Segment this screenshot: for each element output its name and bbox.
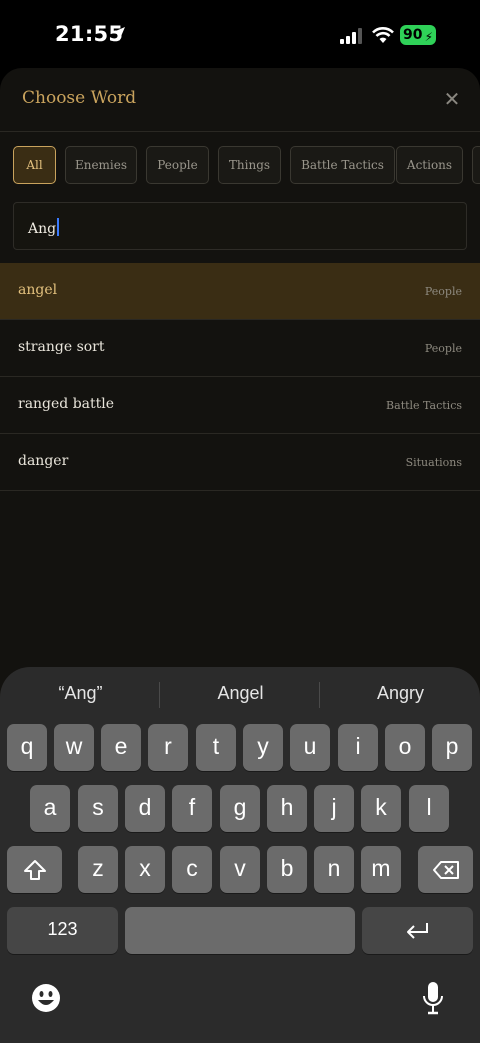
microphone-icon[interactable] [422, 981, 444, 1015]
results-list: angel People strange sort People ranged … [0, 263, 480, 491]
search-input-value: Ang [28, 218, 60, 237]
close-icon[interactable]: ✕ [442, 90, 462, 110]
key-z[interactable]: z [78, 846, 118, 893]
result-category: Battle Tactics [386, 399, 462, 412]
key-x[interactable]: x [125, 846, 165, 893]
key-g[interactable]: g [220, 785, 260, 832]
sheet-title: Choose Word [22, 88, 137, 108]
suggestion-divider [159, 682, 160, 708]
result-word: ranged battle [18, 396, 115, 412]
text-caret [57, 218, 60, 236]
backspace-icon [432, 861, 459, 879]
filter-chip-things[interactable]: Things [218, 146, 281, 184]
result-category: People [424, 285, 462, 298]
key-d[interactable]: d [125, 785, 165, 832]
numbers-key[interactable]: 123 [7, 907, 118, 954]
filter-chip-all[interactable]: All [13, 146, 56, 184]
shift-icon [23, 860, 46, 880]
shift-key[interactable] [7, 846, 62, 893]
status-bar: 21:55 90 ⚡ [0, 0, 480, 70]
result-word: danger [18, 453, 69, 469]
result-category: Situations [405, 456, 462, 469]
onscreen-keyboard: “Ang” Angel Angry q w e r t y u i o p a … [0, 667, 480, 1043]
filter-chip-more[interactable] [472, 146, 480, 184]
search-input[interactable]: Ang [13, 202, 467, 250]
result-row-angel[interactable]: angel People [0, 263, 480, 320]
key-h[interactable]: h [267, 785, 307, 832]
filter-chip-battle-tactics[interactable]: Battle Tactics [290, 146, 395, 184]
filter-chip-enemies[interactable]: Enemies [65, 146, 137, 184]
location-arrow-icon [111, 27, 125, 41]
result-word: strange sort [18, 339, 105, 355]
category-filter-bar[interactable]: All Enemies People Things Battle Tactics… [13, 146, 480, 186]
key-y[interactable]: y [243, 724, 283, 771]
key-w[interactable]: w [54, 724, 94, 771]
suggestion-angry[interactable]: Angry [323, 683, 478, 707]
charging-bolt-icon: ⚡ [424, 30, 433, 44]
filter-chip-people[interactable]: People [146, 146, 209, 184]
key-l[interactable]: l [409, 785, 449, 832]
key-r[interactable]: r [148, 724, 188, 771]
key-a[interactable]: a [30, 785, 70, 832]
key-e[interactable]: e [101, 724, 141, 771]
key-c[interactable]: c [172, 846, 212, 893]
key-v[interactable]: v [220, 846, 260, 893]
key-j[interactable]: j [314, 785, 354, 832]
result-row-danger[interactable]: danger Situations [0, 434, 480, 491]
key-p[interactable]: p [432, 724, 472, 771]
wifi-icon [372, 27, 394, 43]
space-key[interactable] [125, 907, 355, 954]
result-word: angel [18, 282, 58, 298]
suggestion-divider [319, 682, 320, 708]
emoji-icon[interactable] [31, 983, 61, 1013]
key-b[interactable]: b [267, 846, 307, 893]
result-row-strange-sort[interactable]: strange sort People [0, 320, 480, 377]
key-u[interactable]: u [290, 724, 330, 771]
key-q[interactable]: q [7, 724, 47, 771]
return-key[interactable] [362, 907, 473, 954]
key-n[interactable]: n [314, 846, 354, 893]
key-s[interactable]: s [78, 785, 118, 832]
cellular-signal-icon [340, 28, 362, 44]
filter-chip-actions[interactable]: Actions [396, 146, 463, 184]
result-category: People [424, 342, 462, 355]
return-icon [406, 923, 428, 939]
suggestion-angel[interactable]: Angel [163, 683, 318, 707]
sheet-header: Choose Word ✕ [0, 68, 480, 132]
backspace-key[interactable] [418, 846, 473, 893]
battery-indicator: 90 ⚡ [400, 25, 436, 45]
key-t[interactable]: t [196, 724, 236, 771]
key-f[interactable]: f [172, 785, 212, 832]
key-i[interactable]: i [338, 724, 378, 771]
suggestion-literal[interactable]: “Ang” [3, 683, 158, 707]
key-o[interactable]: o [385, 724, 425, 771]
battery-level: 90 [403, 27, 423, 43]
key-k[interactable]: k [361, 785, 401, 832]
result-row-ranged-battle[interactable]: ranged battle Battle Tactics [0, 377, 480, 434]
key-m[interactable]: m [361, 846, 401, 893]
